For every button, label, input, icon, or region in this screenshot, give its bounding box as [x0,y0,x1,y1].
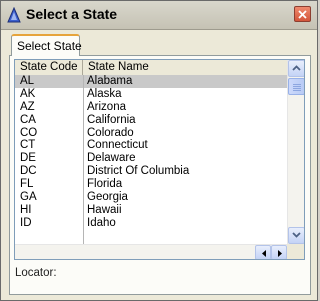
column-header-state-code[interactable]: State Code [15,60,83,75]
triangle-app-icon [7,7,21,23]
table-row[interactable]: DC District Of Columbia [15,165,287,178]
title-bar[interactable]: Select a State [1,1,317,30]
column-divider [83,75,84,245]
scrollbar-corner [287,244,304,259]
arrow-down-icon [292,232,301,238]
grid-header: State Code State Name [15,60,287,76]
state-name-cell: Colorado [87,126,134,139]
table-row[interactable]: FL Florida [15,178,287,191]
scroll-right-button[interactable] [271,245,287,259]
locator-label: Locator: [15,267,57,279]
state-name-cell: California [87,113,136,126]
arrow-left-icon [262,250,266,257]
table-row[interactable]: CA California [15,114,287,127]
column-header-state-name[interactable]: State Name [83,60,287,75]
arrow-right-icon [278,250,282,257]
state-code-cell: AK [20,87,36,100]
state-name-cell: Florida [87,178,123,191]
table-row[interactable]: GA Georgia [15,191,287,204]
state-code-cell: CT [20,139,36,152]
state-name-cell: Alaska [87,87,122,100]
state-name-cell: Delaware [87,152,136,165]
close-button[interactable] [294,6,311,22]
state-code-cell: FL [20,178,34,191]
select-state-window: Select a State Select State State Code S… [0,0,318,301]
state-code-cell: AZ [20,100,35,113]
states-grid[interactable]: State Code State Name AL Alabama AK Alaska A… [14,59,305,260]
scroll-up-button[interactable] [288,60,304,77]
state-code-cell: DC [20,165,37,178]
table-row[interactable]: AK Alaska [15,88,287,101]
table-row[interactable]: AZ Arizona [15,101,287,114]
scroll-down-button[interactable] [288,227,304,244]
state-name-cell: Georgia [87,191,128,204]
vertical-scrollbar[interactable] [287,60,304,244]
state-code-cell: CO [20,126,38,139]
table-row[interactable]: AL Alabama [15,75,287,88]
state-name-cell: Connecticut [87,139,148,152]
state-name-cell: Idaho [87,216,116,229]
table-row[interactable]: CO Colorado [15,127,287,140]
horizontal-scrollbar[interactable] [15,244,287,259]
state-code-cell: HI [20,203,32,216]
arrow-up-icon [292,65,301,71]
state-code-cell: GA [20,191,37,204]
table-row[interactable]: CT Connecticut [15,139,287,152]
tab-label: Select State [17,39,82,53]
state-code-cell: CA [20,113,36,126]
state-name-cell: Arizona [87,100,126,113]
scroll-left-button[interactable] [255,245,271,259]
state-code-cell: DE [20,152,36,165]
state-name-cell: Hawaii [87,203,122,216]
state-code-cell: ID [20,216,32,229]
close-x-icon [298,10,307,19]
state-code-cell: AL [20,75,35,87]
tab-select-state[interactable]: Select State [11,34,82,56]
table-row[interactable]: DE Delaware [15,152,287,165]
state-name-cell: District Of Columbia [87,165,190,178]
grid-rows: AL Alabama AK Alaska AZ Arizona CA California CO… [15,75,287,230]
scroll-thumb[interactable] [288,78,304,95]
window-title: Select a State [26,6,118,22]
state-name-cell: Alabama [87,75,133,87]
table-row[interactable]: HI Hawaii [15,204,287,217]
table-row[interactable]: ID Idaho [15,217,287,230]
